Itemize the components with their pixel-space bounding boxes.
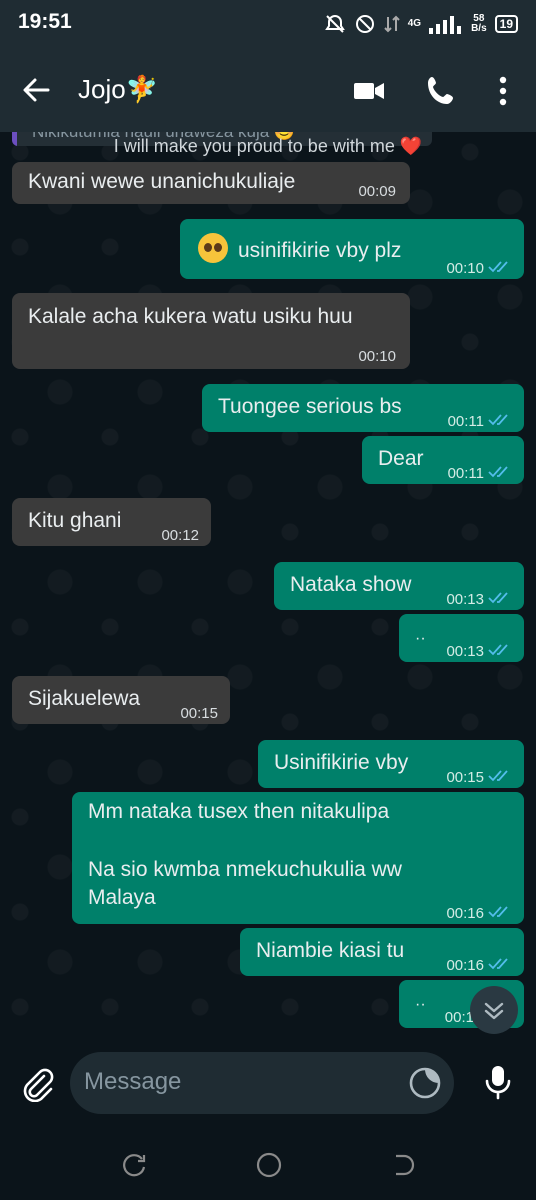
message-bubble-incoming[interactable]: Kalale acha kukera watu usiku huu 00:10 bbox=[12, 293, 410, 369]
back-nav-icon[interactable] bbox=[388, 1150, 418, 1180]
battery-icon: 19 bbox=[494, 15, 518, 33]
read-ticks-icon bbox=[488, 644, 508, 656]
read-ticks-icon bbox=[488, 466, 508, 478]
message-text: ·· bbox=[415, 996, 426, 1013]
status-icons: 4G 58 B/s 19 bbox=[324, 10, 518, 38]
video-call-icon[interactable] bbox=[352, 74, 386, 108]
read-ticks-icon bbox=[488, 906, 508, 918]
system-nav-bar bbox=[0, 1130, 536, 1200]
message-time: 00:09 bbox=[358, 183, 396, 200]
message-time: 00:12 bbox=[161, 527, 199, 544]
home-icon[interactable] bbox=[254, 1150, 284, 1180]
scroll-to-bottom-button[interactable] bbox=[470, 986, 518, 1034]
message-text: Niambie kiasi tu bbox=[256, 939, 405, 962]
message-time: 00:15 bbox=[180, 705, 218, 722]
message-bubble-outgoing[interactable]: Niambie kiasi tu 00:16 bbox=[240, 928, 524, 976]
contact-name[interactable]: Jojo🧚 bbox=[78, 74, 158, 105]
message-time: 00:13 bbox=[446, 591, 484, 608]
microphone-icon[interactable] bbox=[478, 1062, 518, 1102]
paperclip-icon[interactable] bbox=[18, 1064, 56, 1102]
double-chevron-down-icon bbox=[484, 1002, 504, 1020]
message-time: 00:16 bbox=[446, 905, 484, 922]
read-ticks-icon bbox=[488, 261, 508, 273]
pleading-face-icon bbox=[198, 233, 228, 263]
message-text: usinifikirie vby plz bbox=[238, 239, 402, 262]
message-bubble-incoming[interactable]: Sijakuelewa 00:15 bbox=[12, 676, 230, 724]
message-text: Kalale acha kukera watu usiku huu bbox=[28, 305, 353, 328]
message-time: 00:16 bbox=[446, 957, 484, 974]
message-text: Kitu ghani bbox=[28, 509, 122, 532]
message-text: Kwani wewe unanichukuliaje bbox=[28, 170, 296, 193]
message-bubble-outgoing[interactable]: Mm nataka tusex then nitakulipa Na sio k… bbox=[72, 792, 524, 924]
read-ticks-icon bbox=[488, 770, 508, 782]
message-time: 00:15 bbox=[446, 769, 484, 786]
message-time: 00:11 bbox=[447, 465, 484, 482]
dnd-off-icon bbox=[324, 14, 345, 33]
network-type: 4G bbox=[407, 18, 422, 29]
phone-call-icon[interactable] bbox=[424, 74, 458, 108]
message-time: 00:10 bbox=[446, 260, 484, 277]
message-text-line: Malaya bbox=[88, 886, 156, 909]
message-bubble-outgoing[interactable]: Nataka show 00:13 bbox=[274, 562, 524, 610]
message-time: 00:10 bbox=[358, 348, 396, 365]
more-options-icon[interactable] bbox=[486, 74, 520, 108]
message-bubble-incoming[interactable]: Kitu ghani 00:12 bbox=[12, 498, 211, 546]
back-arrow-icon[interactable] bbox=[18, 72, 54, 108]
read-ticks-icon bbox=[488, 592, 508, 604]
message-text: Nataka show bbox=[290, 573, 412, 596]
read-ticks-icon bbox=[488, 414, 508, 426]
message-placeholder: Message bbox=[84, 1068, 182, 1095]
message-time: 00:13 bbox=[446, 643, 484, 660]
signal-icon bbox=[429, 16, 462, 34]
message-text-line: Na sio kwmba nmekuchukulia ww bbox=[88, 858, 402, 881]
read-ticks-icon bbox=[488, 958, 508, 970]
message-text: Usinifikirie vby bbox=[274, 751, 409, 774]
message-text: Sijakuelewa bbox=[28, 687, 141, 710]
sticker-icon[interactable] bbox=[408, 1066, 442, 1100]
status-time: 19:51 bbox=[18, 10, 72, 33]
message-list[interactable]: Nikikutumia nauli unaweza kuja 😊 I will … bbox=[0, 132, 536, 1040]
message-time: 00:11 bbox=[447, 413, 484, 430]
message-text: Tuongee serious bs bbox=[218, 395, 402, 418]
composer-bar: Message bbox=[0, 1040, 536, 1130]
blocked-icon bbox=[355, 15, 374, 33]
network-speed: 58 B/s bbox=[471, 13, 487, 34]
data-arrows-icon bbox=[384, 15, 400, 33]
message-bubble-outgoing[interactable]: Usinifikirie vby 00:15 bbox=[258, 740, 524, 788]
message-bubble-incoming[interactable]: Kwani wewe unanichukuliaje 00:09 bbox=[12, 162, 410, 204]
recents-icon[interactable] bbox=[120, 1150, 150, 1180]
message-text: ·· bbox=[415, 630, 426, 647]
message-bubble-outgoing[interactable]: ·· 00:13 bbox=[399, 614, 524, 662]
message-bubble-outgoing[interactable]: Dear 00:11 bbox=[362, 436, 524, 484]
message-text-line: Mm nataka tusex then nitakulipa bbox=[88, 800, 390, 823]
message-bubble-outgoing[interactable]: usinifikirie vby plz 00:10 bbox=[180, 219, 524, 279]
status-bar: 19:51 4G 58 B/s 19 bbox=[0, 0, 536, 48]
message-text: Dear bbox=[378, 447, 424, 470]
message-bubble-outgoing[interactable]: Tuongee serious bs 00:11 bbox=[202, 384, 524, 432]
chat-header: Jojo🧚 bbox=[0, 48, 536, 132]
message-input[interactable]: Message bbox=[70, 1052, 454, 1114]
overlay-caption: I will make you proud to be with me ❤️ bbox=[113, 136, 423, 156]
